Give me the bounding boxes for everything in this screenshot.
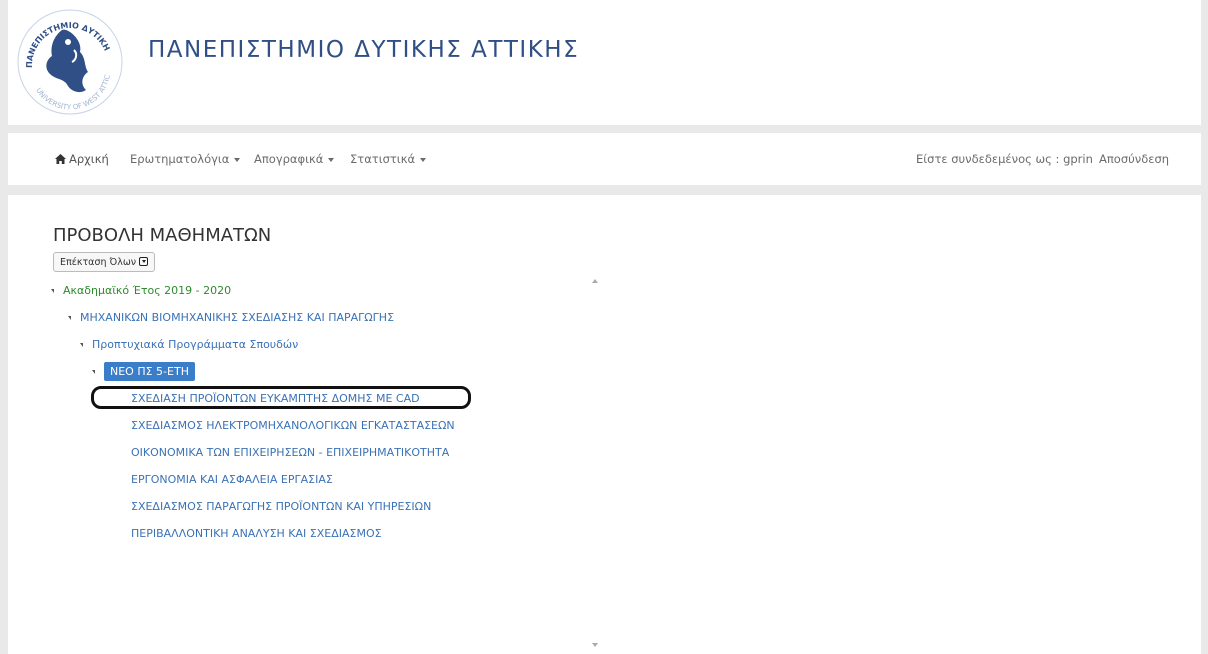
- top-navbar: Αρχική Ερωτηματολόγια Απογραφικά Στατιστ…: [8, 133, 1201, 185]
- nav-questionnaires-dropdown[interactable]: Ερωτηματολόγια: [130, 133, 241, 185]
- tree-node-label-selected: ΝΕΟ ΠΣ 5-ΕΤΗ: [104, 362, 195, 381]
- home-icon: [55, 134, 66, 186]
- logged-in-user: Είστε συνδεδεμένος ως : gprin: [916, 152, 1093, 166]
- caret-square-down-icon: [139, 257, 149, 266]
- university-logo: ΠΑΝΕΠΙΣΤΗΜΙΟ ΔΥΤΙΚΗΣ ΑΤΤΙΚΗΣ UNIVERSITY …: [7, 0, 128, 120]
- tree-node-label: Ακαδημαϊκό Έτος 2019 - 2020: [63, 284, 232, 297]
- nav-statistics-label: Στατιστικά: [350, 152, 416, 166]
- collapse-triangle-icon: [80, 343, 83, 347]
- tree-node-year[interactable]: Ακαδημαϊκό Έτος 2019 - 2020: [51, 279, 231, 303]
- scroll-down-icon[interactable]: [592, 643, 598, 647]
- tree-node-course[interactable]: ΣΧΕΔΙΑΣΗ ΠΡΟΪΟΝΤΩΝ ΕΥΚΑΜΠΤΗΣ ΔΟΜΗΣ ΜΕ CA…: [131, 387, 420, 411]
- nav-statistics-dropdown[interactable]: Στατιστικά: [350, 133, 427, 185]
- logout-link[interactable]: Αποσύνδεση: [1099, 133, 1169, 185]
- tree-node-course[interactable]: ΣΧΕΔΙΑΣΜΟΣ ΗΛΕΚΤΡΟΜΗΧΑΝΟΛΟΓΙΚΩΝ ΕΓΚΑΤΑΣΤ…: [131, 414, 455, 438]
- tree-node-course[interactable]: ΟΙΚΟΝΟΜΙΚΑ ΤΩΝ ΕΠΙΧΕΙΡΗΣΕΩΝ - ΕΠΙΧΕΙΡΗΜΑ…: [131, 441, 449, 465]
- collapse-triangle-icon: [92, 370, 95, 374]
- tree-node-program-type[interactable]: Προπτυχιακά Προγράμματα Σπουδών: [80, 333, 298, 357]
- chevron-down-icon: [234, 157, 241, 162]
- chevron-down-icon: [420, 157, 427, 162]
- expand-all-button[interactable]: Επέκταση Όλων: [53, 252, 156, 272]
- scroll-up-icon[interactable]: [592, 279, 598, 283]
- nav-home-label: Αρχική: [69, 152, 109, 166]
- course-tree: Ακαδημαϊκό Έτος 2019 - 2020 ΜΗΧΑΝΙΚΩΝ ΒΙ…: [41, 275, 597, 650]
- nav-questionnaires-label: Ερωτηματολόγια: [130, 152, 230, 166]
- nav-inventories-label: Απογραφικά: [254, 152, 324, 166]
- tree-node-department[interactable]: ΜΗΧΑΝΙΚΩΝ ΒΙΟΜΗΧΑΝΙΚΗΣ ΣΧΕΔΙΑΣΗΣ ΚΑΙ ΠΑΡ…: [68, 306, 394, 330]
- header: ΠΑΝΕΠΙΣΤΗΜΙΟ ΔΥΤΙΚΗΣ ΑΤΤΙΚΗΣ UNIVERSITY …: [7, 0, 1201, 125]
- main-content: ΠΡΟΒΟΛΗ ΜΑΘΗΜΑΤΩΝ Επέκταση Όλων Ακαδημαϊ…: [8, 195, 1201, 654]
- expand-all-label: Επέκταση Όλων: [60, 257, 137, 268]
- collapse-triangle-icon: [51, 289, 54, 293]
- collapse-triangle-icon: [68, 316, 71, 320]
- tree-node-program[interactable]: ΝΕΟ ΠΣ 5-ΕΤΗ: [92, 360, 195, 384]
- tree-node-course[interactable]: ΠΕΡΙΒΑΛΛΟΝΤΙΚΗ ΑΝΑΛΥΣΗ ΚΑΙ ΣΧΕΔΙΑΣΜΟΣ: [131, 522, 382, 546]
- tree-node-label: ΜΗΧΑΝΙΚΩΝ ΒΙΟΜΗΧΑΝΙΚΗΣ ΣΧΕΔΙΑΣΗΣ ΚΑΙ ΠΑΡ…: [80, 311, 395, 324]
- nav-home[interactable]: Αρχική: [55, 133, 109, 185]
- tree-node-course[interactable]: ΕΡΓΟΝΟΜΙΑ ΚΑΙ ΑΣΦΑΛΕΙΑ ΕΡΓΑΣΙΑΣ: [131, 468, 333, 492]
- page-title: ΠΡΟΒΟΛΗ ΜΑΘΗΜΑΤΩΝ: [53, 225, 272, 246]
- nav-inventories-dropdown[interactable]: Απογραφικά: [254, 133, 335, 185]
- tree-node-course[interactable]: ΣΧΕΔΙΑΣΜΟΣ ΠΑΡΑΓΩΓΗΣ ΠΡΟΪΟΝΤΩΝ ΚΑΙ ΥΠΗΡΕ…: [131, 495, 431, 519]
- tree-node-label: Προπτυχιακά Προγράμματα Σπουδών: [92, 338, 299, 351]
- tree-scrollbar[interactable]: [588, 275, 602, 651]
- site-title: ΠΑΝΕΠΙΣΤΗΜΙΟ ΔΥΤΙΚΗΣ ΑΤΤΙΚΗΣ: [148, 37, 580, 63]
- chevron-down-icon: [328, 157, 335, 162]
